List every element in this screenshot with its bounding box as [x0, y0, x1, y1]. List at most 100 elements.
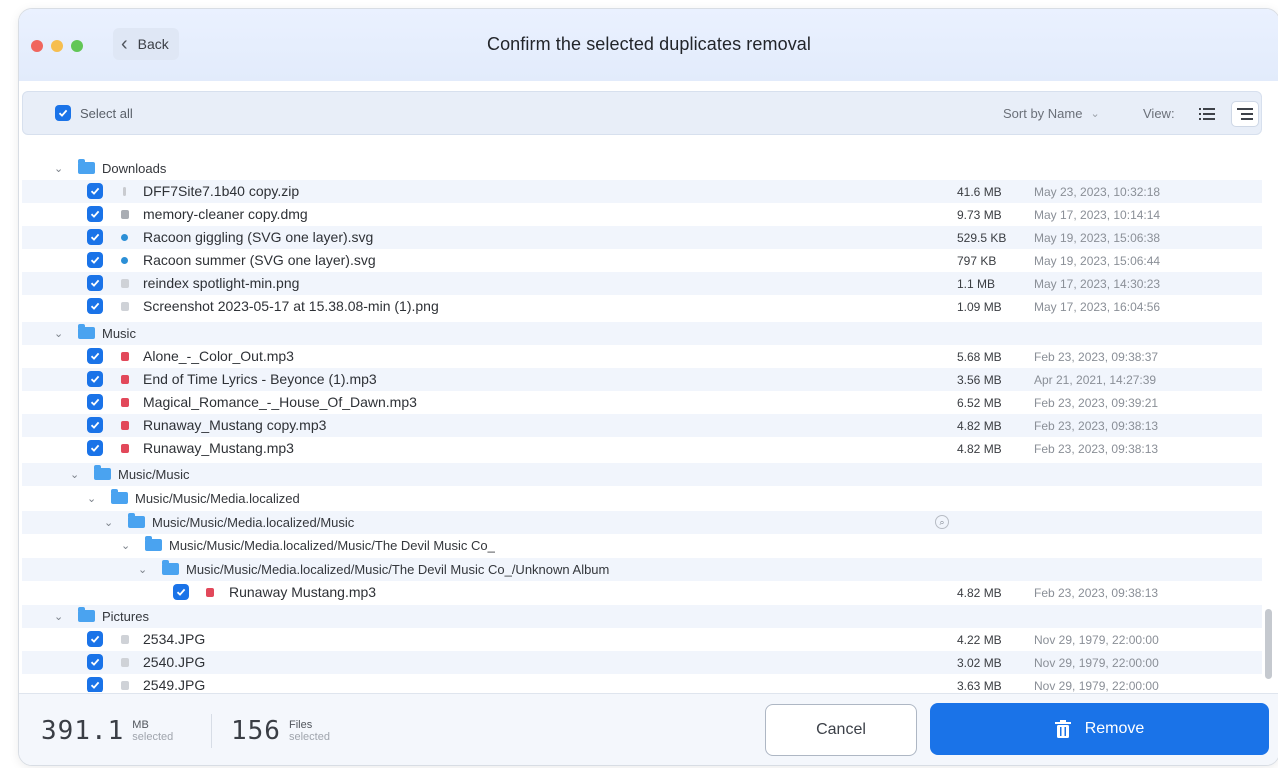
table-row[interactable]: 2549.JPG 3.63 MB Nov 29, 1979, 22:00:00: [22, 674, 1262, 692]
selected-files-stat: 156 Files selected: [231, 716, 330, 746]
image-icon: [121, 658, 129, 667]
file-date: May 17, 2023, 10:14:14: [1034, 208, 1161, 222]
list-view-button[interactable]: [1193, 101, 1221, 127]
tree-view-button[interactable]: [1231, 101, 1259, 127]
chevron-down-icon[interactable]: ⌄: [104, 516, 113, 529]
folder-label: Pictures: [102, 609, 149, 624]
file-size: 4.22 MB: [957, 633, 1002, 647]
folder-label: Music/Music/Media.localized: [135, 491, 300, 506]
table-row[interactable]: 2540.JPG 3.02 MB Nov 29, 1979, 22:00:00: [22, 651, 1262, 674]
remove-button[interactable]: Remove: [930, 703, 1269, 755]
table-row[interactable]: DFF7Site7.1b40 copy.zip 41.6 MB May 23, …: [22, 180, 1262, 203]
svg-icon: [121, 234, 128, 241]
cancel-button[interactable]: Cancel: [765, 704, 917, 756]
files-unit-label: Files: [288, 719, 313, 731]
chevron-down-icon[interactable]: ⌄: [54, 327, 63, 340]
chevron-down-icon[interactable]: ⌄: [87, 492, 96, 505]
list-toolbar: Select all Sort by Name ⌄ View:: [22, 91, 1262, 135]
file-name: 2540.JPG: [143, 654, 206, 670]
table-row[interactable]: Alone_-_Color_Out.mp3 5.68 MB Feb 23, 20…: [22, 345, 1262, 368]
row-checkbox[interactable]: [87, 275, 103, 291]
file-size: 4.82 MB: [957, 586, 1002, 600]
table-row[interactable]: Magical_Romance_-_House_Of_Dawn.mp3 6.52…: [22, 391, 1262, 414]
table-row[interactable]: End of Time Lyrics - Beyonce (1).mp3 3.5…: [22, 368, 1262, 391]
chevron-down-icon[interactable]: ⌄: [54, 162, 63, 175]
chevron-down-icon[interactable]: ⌄: [121, 539, 130, 552]
file-date: May 17, 2023, 14:30:23: [1034, 277, 1161, 291]
row-checkbox[interactable]: [87, 371, 103, 387]
audio-icon: [121, 375, 129, 384]
subfolder-row[interactable]: ⌄ Music/Music: [22, 463, 1262, 486]
file-name: Racoon giggling (SVG one layer).svg: [143, 229, 374, 245]
row-checkbox[interactable]: [87, 440, 103, 456]
subfolder-row[interactable]: ⌄ Music/Music/Media.localized/Music ⌕: [22, 511, 1262, 534]
file-size: 5.68 MB: [957, 350, 1002, 364]
folder-icon: [78, 607, 95, 622]
row-checkbox[interactable]: [87, 229, 103, 245]
table-row[interactable]: Racoon summer (SVG one layer).svg 797 KB…: [22, 249, 1262, 272]
select-all-checkbox[interactable]: Select all: [55, 105, 133, 121]
file-name: Screenshot 2023-05-17 at 15.38.08-min (1…: [143, 298, 439, 314]
subfolder-row[interactable]: ⌄ Music/Music/Media.localized: [22, 487, 1262, 510]
selected-files-unit: Files selected: [289, 719, 330, 743]
sort-dropdown[interactable]: Sort by Name ⌄: [1003, 106, 1100, 121]
row-checkbox[interactable]: [173, 584, 189, 600]
file-name: 2549.JPG: [143, 677, 206, 692]
audio-icon: [121, 421, 129, 430]
view-label: View:: [1143, 106, 1175, 121]
file-name: Runaway_Mustang.mp3: [143, 440, 294, 456]
row-checkbox[interactable]: [87, 417, 103, 433]
file-date: May 17, 2023, 16:04:56: [1034, 300, 1161, 314]
select-all-label: Select all: [80, 105, 133, 121]
row-checkbox[interactable]: [87, 252, 103, 268]
chevron-down-icon[interactable]: ⌄: [54, 610, 63, 623]
chevron-down-icon[interactable]: ⌄: [138, 563, 147, 576]
folder-label: Music/Music/Media.localized/Music/The De…: [186, 562, 610, 577]
row-checkbox[interactable]: [87, 677, 103, 692]
row-checkbox[interactable]: [87, 394, 103, 410]
folder-row[interactable]: ⌄ Pictures: [22, 605, 1262, 628]
table-row[interactable]: Runaway Mustang.mp3 4.82 MB Feb 23, 2023…: [22, 581, 1262, 604]
chevron-down-icon[interactable]: ⌄: [70, 468, 79, 481]
file-size: 4.82 MB: [957, 442, 1002, 456]
row-checkbox[interactable]: [87, 298, 103, 314]
search-icon[interactable]: ⌕: [935, 515, 949, 529]
table-row[interactable]: 2534.JPG 4.22 MB Nov 29, 1979, 22:00:00: [22, 628, 1262, 651]
subfolder-row[interactable]: ⌄ Music/Music/Media.localized/Music/The …: [22, 534, 1262, 557]
row-checkbox[interactable]: [87, 206, 103, 222]
row-checkbox[interactable]: [87, 183, 103, 199]
table-row[interactable]: Screenshot 2023-05-17 at 15.38.08-min (1…: [22, 295, 1262, 318]
row-checkbox[interactable]: [87, 631, 103, 647]
image-icon: [121, 279, 129, 288]
file-date: Nov 29, 1979, 22:00:00: [1034, 656, 1159, 670]
audio-icon: [121, 444, 129, 453]
table-row[interactable]: Racoon giggling (SVG one layer).svg 529.…: [22, 226, 1262, 249]
table-row[interactable]: memory-cleaner copy.dmg 9.73 MB May 17, …: [22, 203, 1262, 226]
vertical-scrollbar[interactable]: [1264, 149, 1273, 692]
trash-icon: [1054, 720, 1071, 738]
file-date: Feb 23, 2023, 09:39:21: [1034, 396, 1159, 410]
scroll-thumb[interactable]: [1265, 609, 1272, 679]
footer-bar: 391.1 MB selected 156 Files selected Can…: [19, 693, 1278, 765]
file-name: Runaway_Mustang copy.mp3: [143, 417, 327, 433]
file-name: Magical_Romance_-_House_Of_Dawn.mp3: [143, 394, 417, 410]
file-size: 797 KB: [957, 254, 997, 268]
table-row[interactable]: Runaway_Mustang copy.mp3 4.82 MB Feb 23,…: [22, 414, 1262, 437]
table-row[interactable]: Runaway_Mustang.mp3 4.82 MB Feb 23, 2023…: [22, 437, 1262, 460]
row-checkbox[interactable]: [87, 348, 103, 364]
row-checkbox[interactable]: [87, 654, 103, 670]
image-icon: [121, 635, 129, 644]
dialog-window: ‹ Back Confirm the selected duplicates r…: [18, 8, 1278, 766]
image-icon: [121, 302, 129, 311]
folder-icon: [94, 465, 111, 480]
dmg-icon: [121, 210, 129, 219]
files-caption: selected: [288, 731, 330, 743]
table-row[interactable]: reindex spotlight-min.png 1.1 MB May 17,…: [22, 272, 1262, 295]
file-size: 3.63 MB: [957, 679, 1002, 692]
folder-row[interactable]: ⌄ Downloads: [22, 157, 1262, 180]
file-size: 1.1 MB: [957, 277, 996, 291]
folder-row[interactable]: ⌄ Music: [22, 322, 1262, 345]
file-size: 3.56 MB: [957, 373, 1002, 387]
subfolder-row[interactable]: ⌄ Music/Music/Media.localized/Music/The …: [22, 558, 1262, 581]
file-size: 6.52 MB: [957, 396, 1002, 410]
